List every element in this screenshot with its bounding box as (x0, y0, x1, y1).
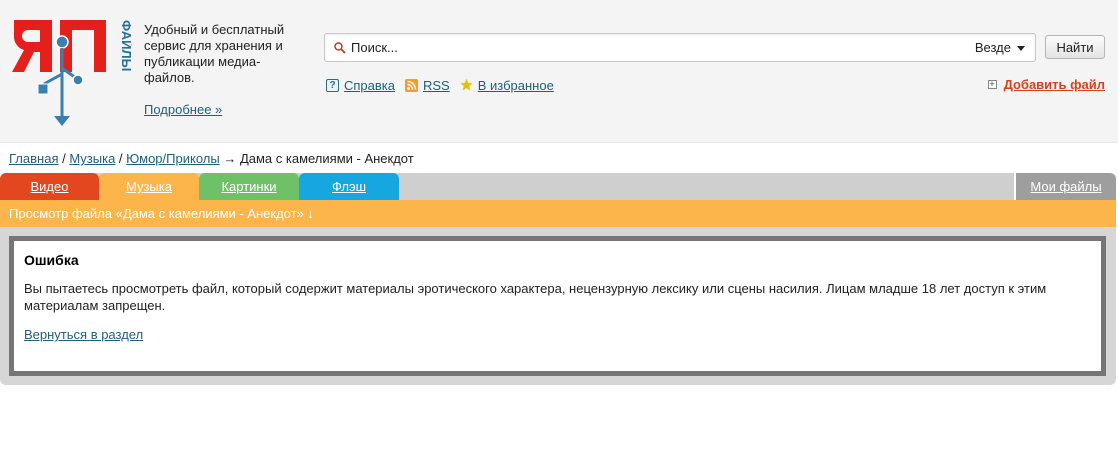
help-icon: ? (326, 78, 339, 92)
error-title: Ошибка (24, 252, 79, 268)
tab-my-files-label: Мои файлы (1030, 179, 1102, 194)
more-info-link[interactable]: Подробнее » (144, 102, 222, 117)
help-link[interactable]: Справка (344, 78, 395, 93)
plus-icon: + (987, 79, 997, 89)
breadcrumb-arrow: → (219, 151, 240, 166)
site-header: ФАЙЛЫ Удобный и бесплатный сервис для хр… (0, 0, 1118, 143)
svg-text:ФАЙЛЫ: ФАЙЛЫ (119, 20, 132, 71)
error-panel: Ошибка Вы пытаетесь просмотреть файл, ко… (9, 236, 1106, 376)
search-box: Везде (324, 33, 1036, 62)
top-links: ? Справка RSS ★ В избранное (326, 77, 564, 93)
favorites-link[interactable]: В избранное (478, 78, 554, 93)
breadcrumb: Главная / Музыка / Юмор/Приколы → Дама с… (9, 151, 414, 166)
search-scope-value: Везде (974, 40, 1011, 55)
content-area: Ошибка Вы пытаетесь просмотреть файл, ко… (0, 227, 1116, 385)
tab-video[interactable]: Видео (0, 173, 99, 200)
favorites-link-wrap: ★ В избранное (460, 78, 554, 93)
tab-pictures[interactable]: Картинки (199, 173, 299, 200)
tab-flash-label: Флэш (331, 179, 367, 194)
add-file-link[interactable]: Добавить файл (1004, 77, 1105, 92)
breadcrumb-home[interactable]: Главная (9, 151, 58, 166)
breadcrumb-humor[interactable]: Юмор/Приколы (126, 151, 220, 166)
site-tagline: Удобный и бесплатный сервис для хранения… (144, 22, 285, 85)
section-tabs: Видео Музыка Картинки Флэш Мои файлы (0, 173, 1116, 200)
file-view-title: Просмотр файла «Дама с камелиями - Анекд… (0, 200, 1116, 227)
rss-link-wrap: RSS (405, 78, 450, 93)
search-icon (334, 42, 346, 54)
star-icon: ★ (459, 76, 474, 94)
tab-video-label: Видео (30, 179, 69, 194)
site-logo[interactable]: ФАЙЛЫ (10, 12, 132, 128)
breadcrumb-separator: / (58, 151, 70, 166)
breadcrumb-music[interactable]: Музыка (69, 151, 115, 166)
chevron-down-icon (1017, 46, 1025, 52)
tab-flash[interactable]: Флэш (299, 173, 399, 200)
breadcrumb-separator: / (115, 151, 127, 166)
search-button[interactable]: Найти (1045, 35, 1105, 59)
rss-link[interactable]: RSS (423, 78, 450, 93)
add-file-wrap: + Добавить файл (987, 77, 1105, 92)
help-link-wrap: ? Справка (326, 78, 395, 93)
back-to-section-link[interactable]: Вернуться в раздел (24, 327, 143, 342)
search-scope-select[interactable]: Везде (975, 40, 1025, 55)
tab-pictures-label: Картинки (221, 179, 277, 194)
breadcrumb-current: Дама с камелиями - Анекдот (239, 151, 414, 166)
tab-music-label: Музыка (126, 179, 172, 194)
tab-music[interactable]: Музыка (99, 173, 199, 200)
tab-my-files[interactable]: Мои файлы (1014, 173, 1116, 200)
search-input[interactable] (351, 37, 951, 58)
rss-icon (405, 78, 418, 92)
error-message: Вы пытаетесь просмотреть файл, который с… (24, 281, 1047, 313)
